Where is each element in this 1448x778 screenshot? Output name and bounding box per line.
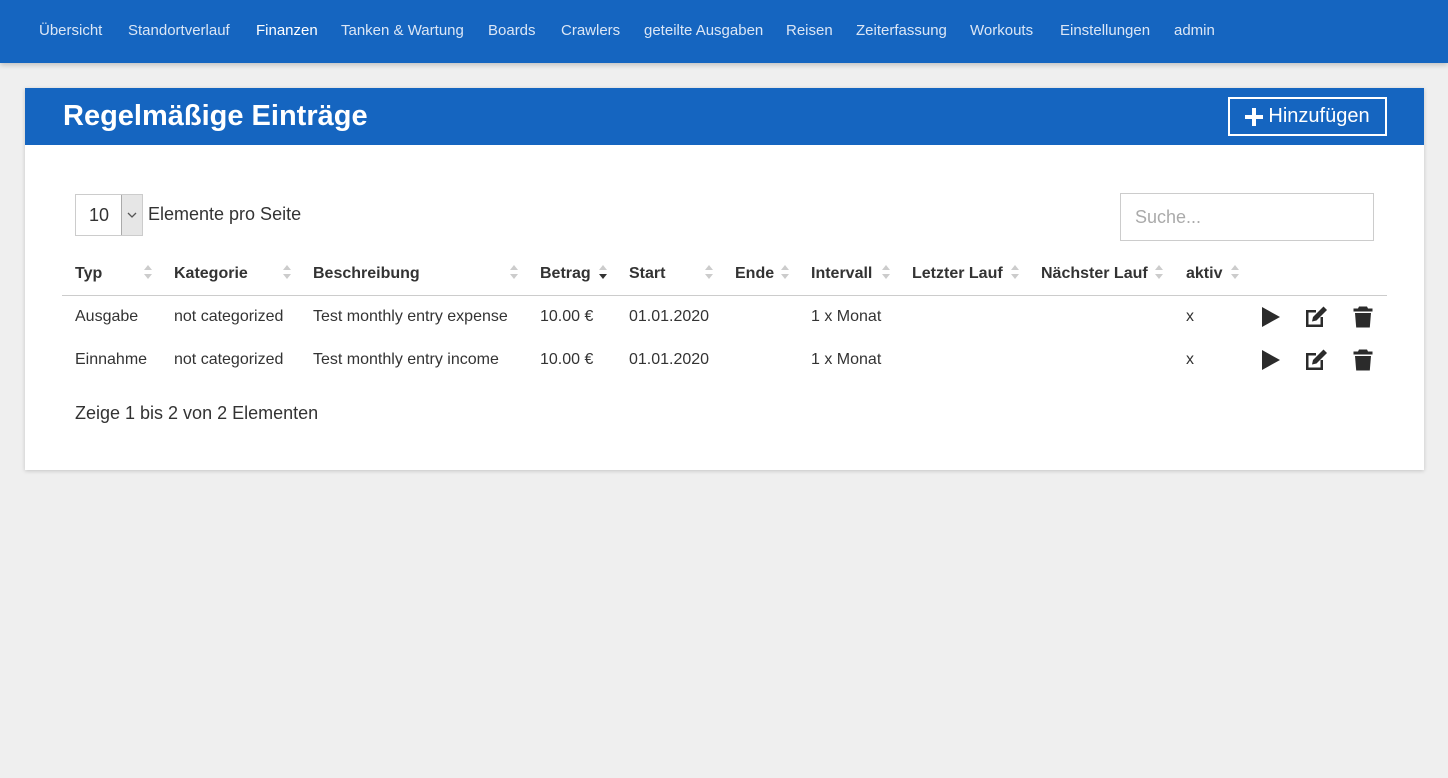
nav-item-reisen[interactable]: Reisen	[786, 22, 833, 39]
column-header-aktiv[interactable]: aktiv	[1186, 265, 1222, 283]
cell-beschreibung: Test monthly entry income	[313, 351, 499, 368]
per-page-select[interactable]: 10	[75, 194, 143, 236]
play-icon[interactable]	[1258, 305, 1282, 329]
column-header-typ[interactable]: Typ	[75, 265, 102, 283]
nav-item-standortverlauf[interactable]: Standortverlauf	[128, 22, 230, 39]
cell-start: 01.01.2020	[629, 308, 710, 325]
per-page-value: 10	[89, 205, 110, 225]
nav-item-finanzen[interactable]: Finanzen	[256, 22, 318, 39]
cell-aktiv: x	[1186, 351, 1194, 368]
nav-item-admin[interactable]: admin	[1174, 22, 1215, 39]
column-header-ende[interactable]: Ende	[735, 265, 774, 283]
column-header-start[interactable]: Start	[629, 265, 665, 283]
nav-item-crawlers[interactable]: Crawlers	[561, 22, 620, 39]
sort-icon[interactable]	[1230, 262, 1240, 282]
cell-intervall: 1 x Monat	[811, 308, 882, 325]
cell-betrag: 10.00 €	[540, 308, 594, 325]
column-header-intervall[interactable]: Intervall	[811, 265, 872, 283]
search-input[interactable]	[1120, 193, 1374, 241]
sort-icon[interactable]	[143, 262, 153, 282]
trash-icon[interactable]	[1351, 305, 1375, 329]
cell-typ: Ausgabe	[75, 308, 139, 325]
nav-item-uebersicht[interactable]: Übersicht	[39, 22, 102, 39]
add-button-label: Hinzufügen	[1268, 105, 1370, 127]
column-header-naechster-lauf[interactable]: Nächster Lauf	[1041, 265, 1148, 283]
column-header-betrag[interactable]: Betrag	[540, 265, 591, 283]
sort-icon[interactable]	[509, 262, 519, 282]
edit-icon[interactable]	[1304, 305, 1328, 329]
per-page-label: Elemente pro Seite	[148, 204, 302, 224]
edit-icon[interactable]	[1304, 348, 1328, 372]
sort-icon[interactable]	[1154, 262, 1164, 282]
chevron-down-icon[interactable]	[121, 195, 142, 235]
plus-icon	[1245, 107, 1264, 126]
cell-intervall: 1 x Monat	[811, 351, 882, 368]
play-icon[interactable]	[1258, 348, 1282, 372]
sort-icon[interactable]	[881, 262, 891, 282]
cell-beschreibung: Test monthly entry expense	[313, 308, 508, 325]
trash-icon[interactable]	[1351, 348, 1375, 372]
nav-item-einstellungen[interactable]: Einstellungen	[1060, 22, 1150, 39]
nav-item-tanken-wartung[interactable]: Tanken & Wartung	[341, 22, 464, 39]
page-title: Regelmäßige Einträge	[63, 100, 368, 132]
nav-item-boards[interactable]: Boards	[488, 22, 536, 39]
cell-start: 01.01.2020	[629, 351, 710, 368]
sort-icon[interactable]	[1010, 262, 1020, 282]
table-header-divider	[62, 295, 1387, 296]
sort-icon[interactable]	[704, 262, 714, 282]
sort-icon[interactable]	[780, 262, 790, 282]
cell-aktiv: x	[1186, 308, 1194, 325]
top-navbar: Übersicht Standortverlauf Finanzen Tanke…	[0, 0, 1448, 63]
cell-betrag: 10.00 €	[540, 351, 594, 368]
add-button[interactable]: Hinzufügen	[1228, 97, 1387, 136]
column-header-letzter-lauf[interactable]: Letzter Lauf	[912, 265, 1003, 283]
nav-item-workouts[interactable]: Workouts	[970, 22, 1033, 39]
recurring-entries-card: Regelmäßige Einträge Hinzufügen 10 Eleme…	[25, 88, 1424, 470]
card-header: Regelmäßige Einträge Hinzufügen	[25, 88, 1424, 145]
sort-desc-icon[interactable]	[598, 262, 608, 282]
column-header-beschreibung[interactable]: Beschreibung	[313, 265, 420, 283]
pagination-info: Zeige 1 bis 2 von 2 Elementen	[75, 403, 319, 423]
column-header-kategorie[interactable]: Kategorie	[174, 265, 248, 283]
cell-kategorie: not categorized	[174, 308, 284, 325]
cell-kategorie: not categorized	[174, 351, 284, 368]
nav-item-geteilte-ausgaben[interactable]: geteilte Ausgaben	[644, 22, 763, 39]
cell-typ: Einnahme	[75, 351, 148, 368]
nav-item-zeiterfassung[interactable]: Zeiterfassung	[856, 22, 947, 39]
sort-icon[interactable]	[282, 262, 292, 282]
